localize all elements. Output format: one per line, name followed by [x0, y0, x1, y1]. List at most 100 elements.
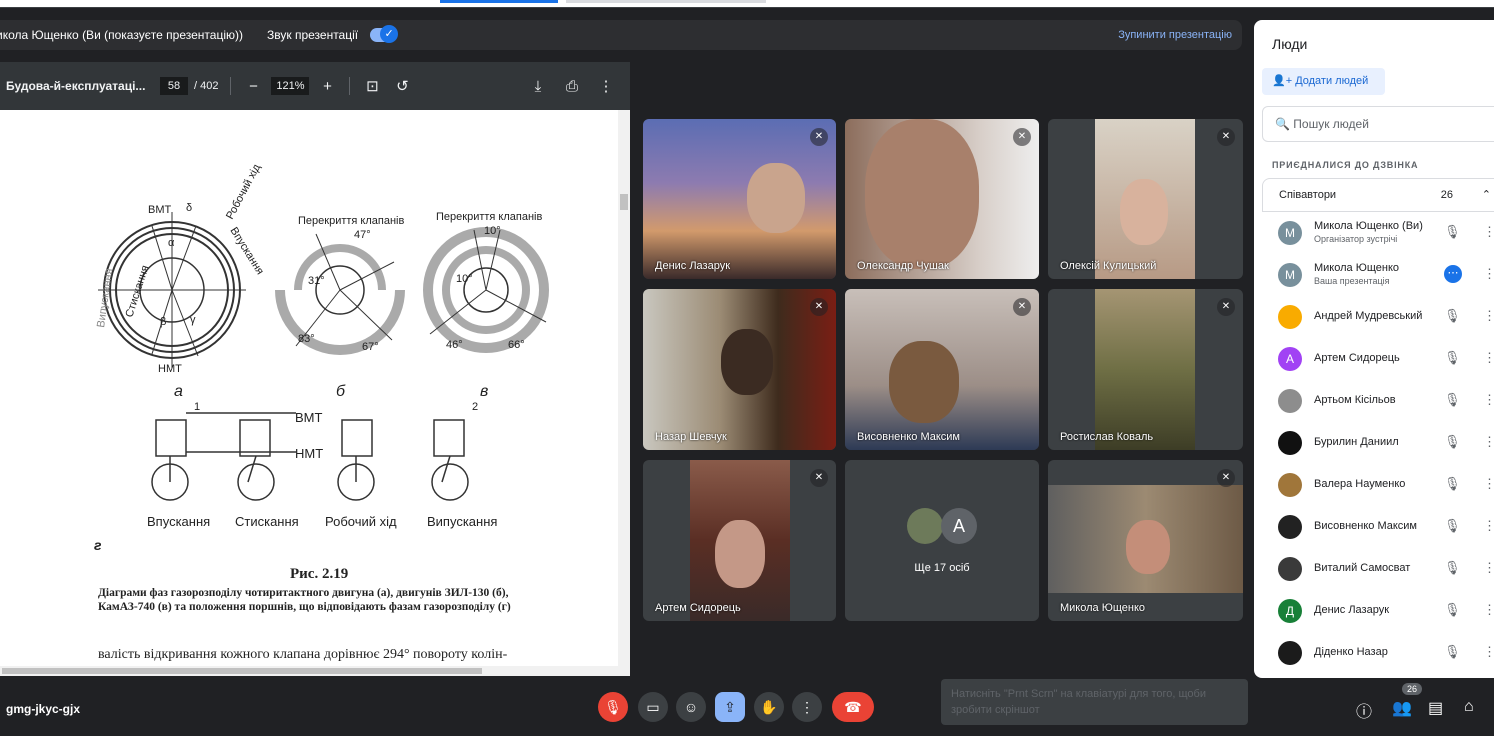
activities-icon[interactable]: ⌂ [1464, 698, 1474, 716]
search-people-input[interactable]: 🔍 Пошук людей [1262, 106, 1494, 142]
people-panel: Люди 👤+ Додати людей 🔍 Пошук людей ПРИЄД… [1254, 20, 1494, 678]
avatar: А [1278, 347, 1302, 371]
more-options-icon[interactable]: ⋮ [1483, 434, 1494, 450]
svg-text:1: 1 [194, 401, 200, 413]
mic-off-icon: ✕ [810, 128, 828, 146]
mic-off-icon: ✕ [1013, 128, 1031, 146]
mic-off-icon: ✕ [1217, 469, 1235, 487]
svg-text:Стискання: Стискання [235, 514, 299, 529]
more-options-icon[interactable]: ⋮ [1483, 602, 1494, 618]
more-options-icon[interactable]: ⋮ [1483, 644, 1494, 660]
chat-icon[interactable]: ▤ [1428, 698, 1443, 718]
avatar [1278, 557, 1302, 581]
participant-name: Олександр Чушак [857, 260, 949, 272]
more-options-icon[interactable]: ⋮ [1483, 266, 1494, 282]
more-options-icon[interactable]: ⋮ [1483, 392, 1494, 408]
presentation-sound-toggle[interactable]: ✓ [370, 25, 399, 43]
participant-row[interactable]: Висовненко Максим 🎙 ⋮ [1262, 506, 1494, 548]
participant-face [1120, 179, 1168, 245]
zoom-input[interactable]: 121% [271, 77, 310, 95]
avatar [1278, 305, 1302, 329]
participant-name: Діденко Назар [1314, 646, 1388, 658]
participant-tile[interactable]: ✕ Олексій Кулицький [1048, 119, 1243, 279]
page-total: / 402 [194, 80, 219, 92]
svg-text:46°: 46° [446, 339, 463, 351]
participant-tile[interactable]: ✕ Висовненко Максим [845, 289, 1039, 450]
mic-off-button[interactable]: 🎙 [598, 692, 628, 722]
more-options-icon[interactable]: ⋮ [1483, 224, 1494, 240]
camera-button[interactable]: ▭ [638, 692, 668, 722]
browser-tab-active[interactable] [440, 0, 558, 3]
add-person-icon: 👤+ [1272, 75, 1293, 87]
more-options-icon[interactable]: ⋮ [596, 77, 616, 95]
divider [230, 77, 232, 95]
zoom-in-icon[interactable]: + [317, 78, 337, 95]
mic-off-icon: ✕ [1217, 128, 1235, 146]
video-feed [643, 119, 836, 279]
participant-row[interactable]: Андрей Мудревський 🎙 ⋮ [1262, 296, 1494, 338]
more-options-icon[interactable]: ⋮ [1483, 476, 1494, 492]
more-participants-tile[interactable]: А Ще 17 осіб [845, 460, 1039, 621]
participant-row[interactable]: А Артем Сидорець 🎙 ⋮ [1262, 338, 1494, 380]
captions-button[interactable]: ☺ [676, 692, 706, 722]
avatar: А [941, 508, 977, 544]
more-options-button[interactable]: ⋮ [792, 692, 822, 722]
more-options-icon[interactable]: ⋮ [1483, 518, 1494, 534]
participant-tile[interactable]: ✕ Ростислав Коваль [1048, 289, 1243, 450]
avatar: М [1278, 263, 1302, 287]
participant-tile[interactable]: ✕ Назар Шевчук [643, 289, 836, 450]
participant-tile[interactable]: ✕ Артем Сидорець [643, 460, 836, 621]
mic-off-icon: 🎙 [1444, 644, 1461, 659]
add-people-button[interactable]: 👤+ Додати людей [1262, 68, 1385, 95]
rotate-icon[interactable]: ↺ [392, 77, 412, 95]
collaborators-group[interactable]: Співавтори 26 ⌃ [1262, 178, 1494, 212]
participant-row[interactable]: Виталий Самосват 🎙 ⋮ [1262, 548, 1494, 590]
mic-off-icon: 🎙 [1444, 308, 1461, 323]
browser-top-strip [0, 0, 1494, 8]
stop-presentation-button[interactable]: Зупинити презентацію [1118, 29, 1232, 41]
participant-row[interactable]: М Микола Ющенко Ваша презентація ⋯ ⋮ [1262, 254, 1494, 296]
more-options-icon[interactable]: ⋮ [1483, 560, 1494, 576]
people-icon[interactable]: 👥 [1392, 698, 1412, 718]
present-button[interactable]: ⇪ [715, 692, 745, 722]
more-options-icon[interactable]: ⋮ [1483, 308, 1494, 324]
fit-page-icon[interactable]: ⊡ [362, 77, 382, 95]
participant-tile[interactable]: ✕ Денис Лазарук [643, 119, 836, 279]
page-number-input[interactable]: 58 [160, 77, 188, 95]
participant-row[interactable]: Д Денис Лазарук 🎙 ⋮ [1262, 590, 1494, 632]
participant-face [715, 520, 765, 588]
svg-text:α: α [168, 237, 175, 249]
horizontal-scrollbar[interactable] [0, 666, 618, 676]
end-call-button[interactable]: ☎ [832, 692, 874, 722]
scrollbar-thumb[interactable] [620, 194, 628, 210]
participant-row[interactable]: М Микола Ющенко (Ви) Організатор зустрічі 🎙… [1262, 212, 1494, 254]
scrollbar-thumb[interactable] [2, 668, 482, 674]
participant-row[interactable]: Бурилин Даниил 🎙 ⋮ [1262, 422, 1494, 464]
more-participants-label: Ще 17 осіб [914, 562, 970, 574]
participant-name: Висовненко Максим [1314, 520, 1417, 532]
participant-row[interactable]: Діденко Назар 🎙 ⋮ [1262, 632, 1494, 674]
info-icon[interactable]: ⓘ [1356, 698, 1372, 722]
chevron-up-icon[interactable]: ⌃ [1482, 179, 1491, 211]
more-options-icon[interactable]: ⋮ [1483, 350, 1494, 366]
mic-off-icon: 🎙 [1444, 224, 1461, 239]
browser-tab[interactable] [566, 0, 766, 3]
zoom-out-icon[interactable]: − [243, 78, 263, 95]
participant-tile[interactable]: ✕ Олександр Чушак [845, 119, 1039, 279]
participant-tile[interactable]: ✕ Микола Ющенко [1048, 460, 1243, 621]
participant-row[interactable]: Валера Науменко 🎙 ⋮ [1262, 464, 1494, 506]
group-label: Співавтори [1279, 189, 1337, 201]
participant-row[interactable]: Артьом Кісільов 🎙 ⋮ [1262, 380, 1494, 422]
svg-text:а: а [174, 383, 183, 400]
svg-text:Робочий хід: Робочий хід [224, 162, 263, 222]
participant-name: Артем Сидорець [655, 602, 741, 614]
svg-text:10°: 10° [484, 225, 501, 237]
print-icon[interactable]: ⎙ [562, 78, 582, 95]
vertical-scrollbar[interactable] [618, 110, 630, 676]
svg-text:Випускання: Випускання [95, 268, 115, 329]
download-icon[interactable]: ⤓ [528, 78, 548, 95]
raise-hand-button[interactable]: ✋ [754, 692, 784, 722]
avatar [1278, 431, 1302, 455]
search-icon: 🔍 [1275, 117, 1290, 131]
mic-off-icon: 🎙 [1444, 392, 1461, 407]
